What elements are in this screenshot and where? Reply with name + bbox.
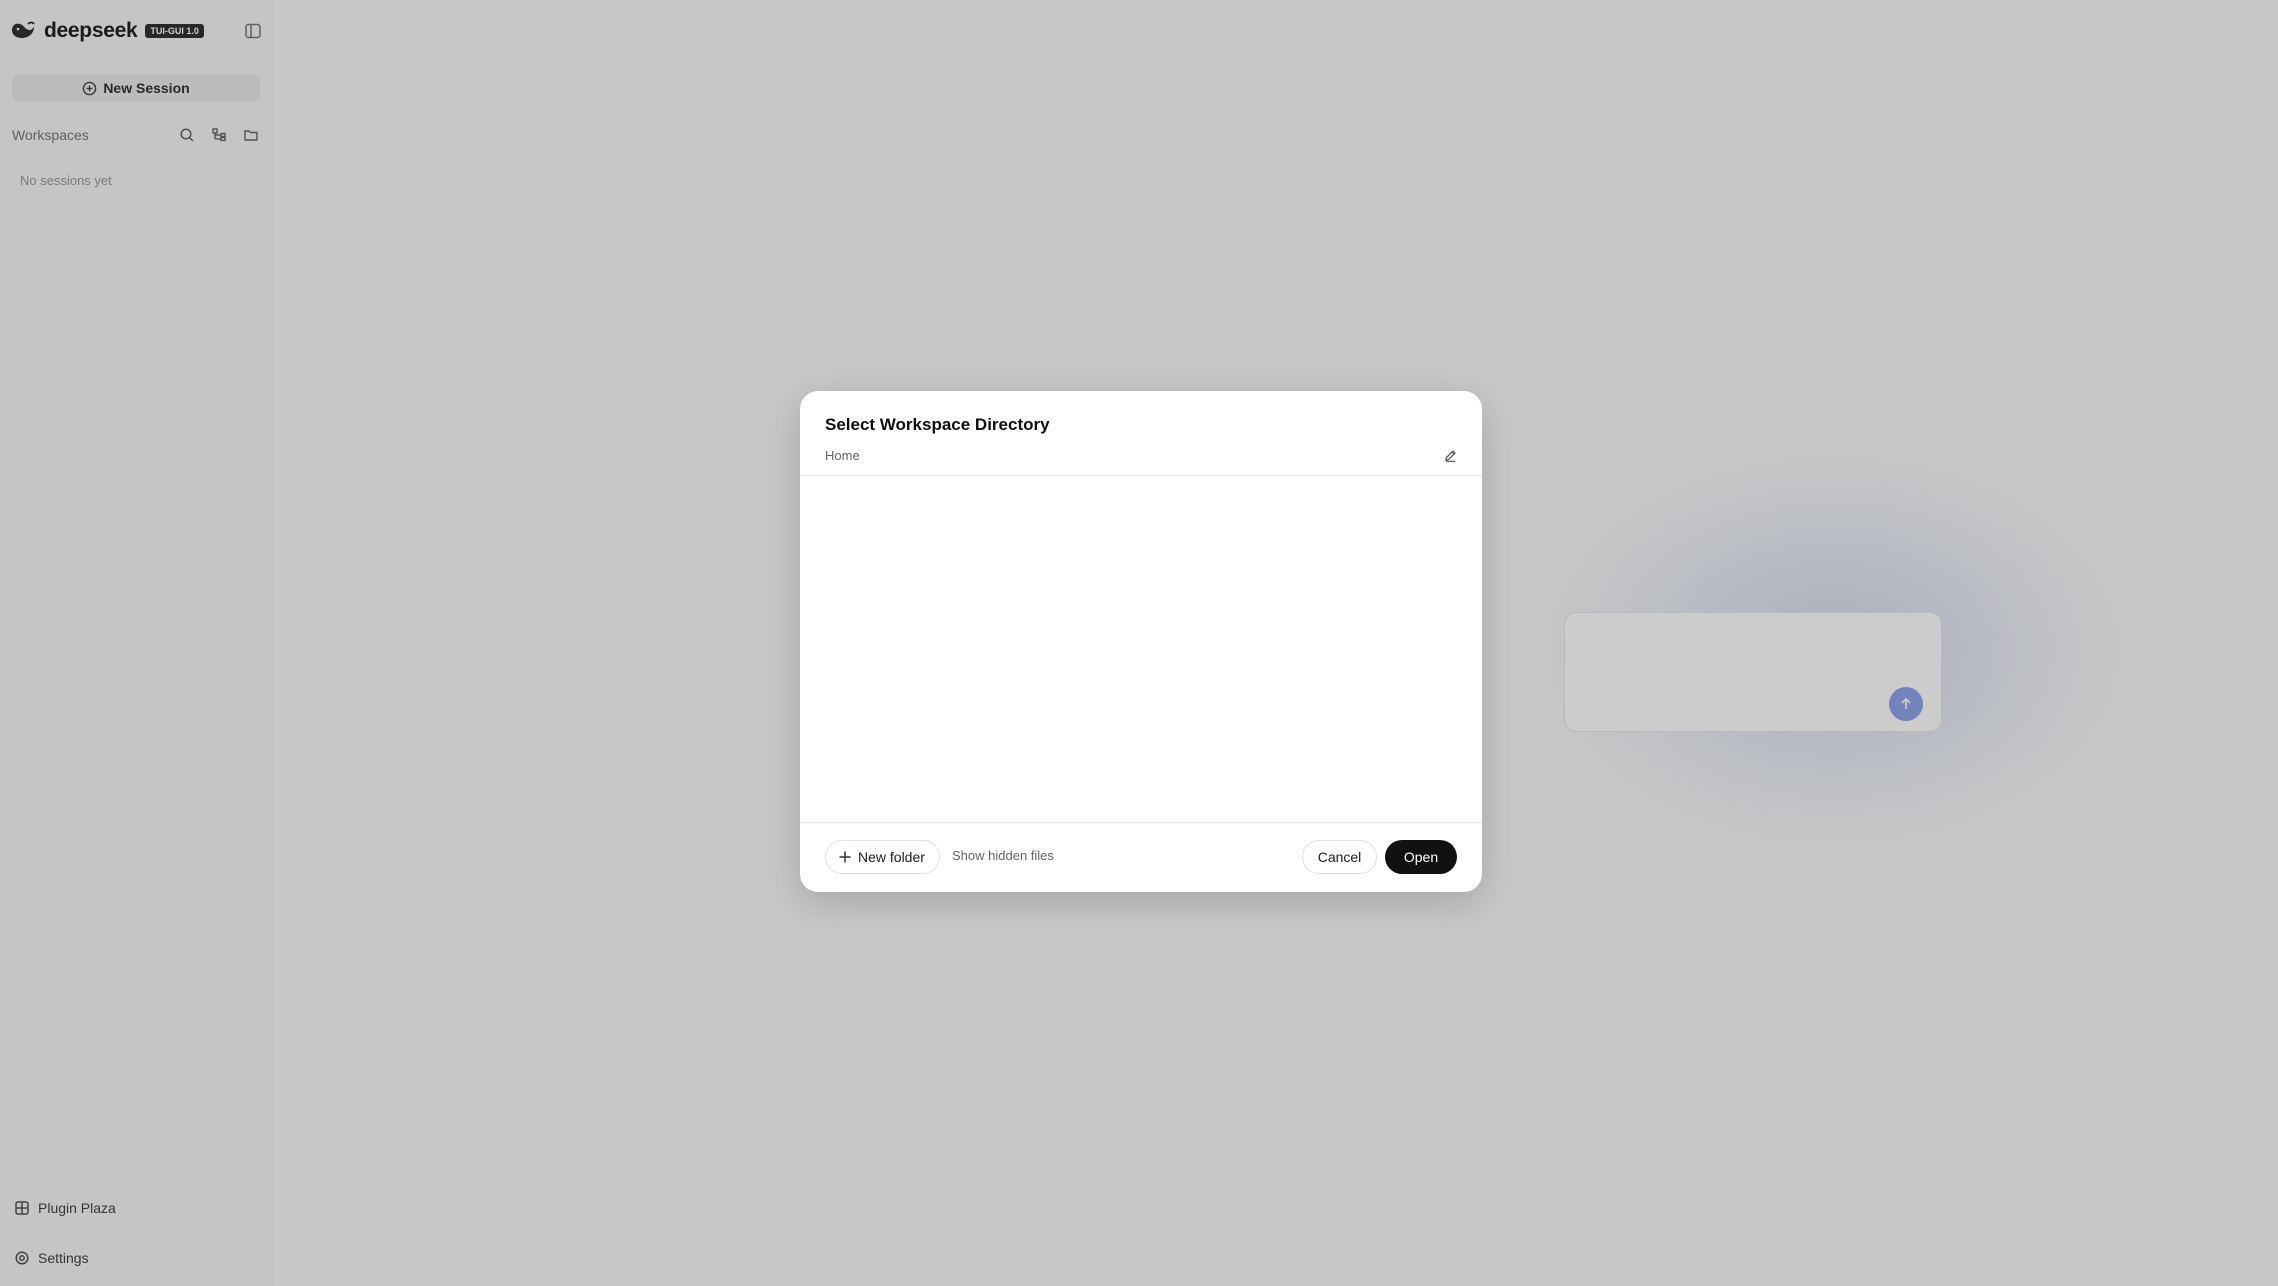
open-button[interactable]: Open	[1385, 840, 1457, 874]
breadcrumb[interactable]: Home	[825, 448, 860, 463]
app-window: deepseek TUI-GUI 1.0 New Session Workspa…	[0, 0, 2278, 1286]
select-directory-dialog: Select Workspace Directory Home New fold…	[800, 391, 1482, 892]
new-folder-button[interactable]: New folder	[825, 840, 940, 874]
footer-divider	[800, 822, 1482, 823]
pencil-icon[interactable]	[1440, 445, 1460, 465]
dialog-title: Select Workspace Directory	[825, 415, 1050, 434]
plus-icon	[839, 851, 851, 863]
new-folder-label: New folder	[858, 849, 925, 865]
cancel-button[interactable]: Cancel	[1302, 840, 1377, 874]
directory-list[interactable]	[800, 476, 1482, 813]
show-hidden-files-toggle[interactable]: Show hidden files	[952, 848, 1054, 863]
